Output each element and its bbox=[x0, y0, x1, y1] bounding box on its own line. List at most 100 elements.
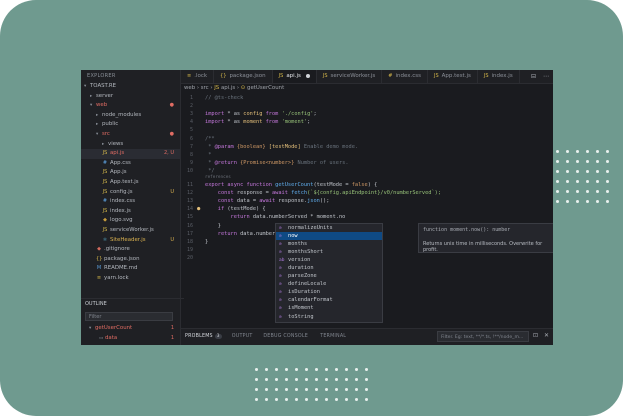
collapse-icon[interactable]: ⊡ bbox=[533, 332, 538, 339]
js-file-icon: JS bbox=[322, 73, 328, 79]
breadcrumb-item[interactable]: web bbox=[184, 85, 195, 91]
suggestion-item[interactable]: ⊙ normalizeUnits bbox=[276, 224, 382, 232]
outline-item[interactable]: ▾ getUserCount 1 bbox=[81, 324, 180, 334]
code-line: return data.numberServed * moment.no bbox=[205, 214, 346, 221]
react-file-icon: ⚛ bbox=[102, 236, 108, 243]
tree-item[interactable]: ▸ server bbox=[81, 92, 180, 102]
panel-actions: ⊡ ✕ bbox=[533, 332, 549, 339]
dot bbox=[335, 368, 338, 371]
tree-item[interactable]: # index.css bbox=[81, 197, 180, 207]
panel-tab-debug-console[interactable]: DEBUG CONSOLE bbox=[263, 334, 308, 339]
outline-filter-input[interactable]: Filter bbox=[85, 312, 173, 321]
code-editor[interactable]: 1 // @ts-check 2 3 import * as config from '… bbox=[181, 94, 553, 326]
tab-app-test-js[interactable]: JS App.test.js bbox=[428, 70, 478, 83]
tree-item[interactable]: ▸ public bbox=[81, 120, 180, 130]
tree-item[interactable]: JS App.js bbox=[81, 168, 180, 178]
tree-item[interactable]: ▾ TOAST.RE bbox=[81, 82, 180, 92]
panel-tab-output[interactable]: OUTPUT bbox=[232, 334, 253, 339]
dot bbox=[265, 378, 268, 381]
tree-item[interactable]: ◆ .gitignore bbox=[81, 245, 180, 255]
css-file-icon: # bbox=[102, 159, 108, 166]
code-line: const data = await response.json(); bbox=[205, 198, 330, 204]
suggestion-item[interactable]: ⊙ now bbox=[276, 231, 382, 240]
tree-item[interactable]: ◆ logo.svg bbox=[81, 216, 180, 226]
tree-item[interactable]: {} package.json bbox=[81, 255, 180, 265]
more-icon[interactable]: ⋯ bbox=[543, 73, 549, 80]
suggestion-label: monthsShort bbox=[288, 248, 324, 255]
references-codelens[interactable]: references bbox=[205, 175, 231, 180]
suggestion-label: isDuration bbox=[288, 289, 320, 296]
outline-item[interactable]: ▭ data 1 bbox=[81, 334, 180, 344]
js-file-icon: JS bbox=[102, 188, 108, 195]
status-badge: 2, U bbox=[163, 150, 174, 157]
tab-api-js[interactable]: JS api.js bbox=[272, 70, 317, 83]
suggestion-item[interactable]: ⊙ calendarFormat bbox=[276, 296, 382, 304]
suggestion-item[interactable]: ⊙ parseZone bbox=[276, 272, 382, 280]
dot bbox=[586, 150, 589, 153]
tab-label: serviceWorker.js bbox=[330, 73, 376, 79]
suggestion-item[interactable]: ⊙ toString bbox=[276, 313, 382, 321]
dot bbox=[335, 378, 338, 381]
tree-item[interactable]: JS api.js 2, U bbox=[81, 149, 180, 159]
code-line: import * as config from './config'; bbox=[205, 111, 317, 117]
code-token: import bbox=[205, 111, 228, 118]
dot bbox=[305, 378, 308, 381]
suggestion-item[interactable]: ab version bbox=[276, 256, 382, 264]
split-editor-icon[interactable]: ⊟ bbox=[531, 73, 536, 80]
status-badge: U bbox=[170, 188, 174, 195]
code-line: */ bbox=[205, 168, 214, 174]
dot bbox=[255, 388, 258, 391]
tab-index-css[interactable]: # index.css bbox=[382, 70, 428, 83]
tab-serviceworker-js[interactable]: JS serviceWorker.js bbox=[317, 70, 383, 83]
dot-pattern-bottom bbox=[255, 368, 368, 401]
breadcrumb-item[interactable]: src bbox=[201, 85, 209, 91]
suggestion-item[interactable]: ⊙ isMoment bbox=[276, 304, 382, 312]
tab-index-js[interactable]: JS index.js bbox=[478, 70, 520, 83]
code-token: {Promise<number>} bbox=[240, 159, 295, 166]
tree-item-label: SiteHeader.js bbox=[110, 236, 146, 243]
tab-package-json[interactable]: {} package.json bbox=[214, 70, 273, 83]
tree-item[interactable]: JS config.js U bbox=[81, 188, 180, 198]
tree-item[interactable]: ▸ node_modules bbox=[81, 111, 180, 121]
code-line: } bbox=[205, 239, 208, 245]
dot bbox=[285, 378, 288, 381]
dot bbox=[355, 388, 358, 391]
tree-item[interactable]: ▾ web ● bbox=[81, 101, 180, 111]
suggestion-item[interactable]: ⊙ duration bbox=[276, 264, 382, 272]
suggestion-item[interactable]: ⊙ monthsShort bbox=[276, 248, 382, 256]
code-token: return bbox=[205, 214, 253, 221]
dot bbox=[275, 398, 278, 401]
problems-filter-input[interactable]: Filter. Eg: text, **/*.ts, !**/node_m... bbox=[437, 331, 529, 342]
tree-item[interactable]: ▸ views bbox=[81, 140, 180, 150]
code-token: import bbox=[205, 119, 228, 126]
suggestion-item[interactable]: ⊙ defineLocale bbox=[276, 280, 382, 288]
panel-tab-terminal[interactable]: TERMINAL bbox=[320, 334, 346, 339]
suggestion-item[interactable]: ⊙ months bbox=[276, 240, 382, 248]
tree-item[interactable]: JS App.test.js bbox=[81, 178, 180, 188]
dot bbox=[586, 160, 589, 163]
close-icon[interactable]: ✕ bbox=[544, 332, 549, 339]
tree-item[interactable]: M README.md bbox=[81, 264, 180, 274]
json-file-icon: {} bbox=[220, 73, 227, 79]
tree-item[interactable]: ⚛ SiteHeader.js U bbox=[81, 236, 180, 246]
dot bbox=[275, 388, 278, 391]
lightbulb-icon[interactable]: ● bbox=[197, 206, 200, 212]
explorer-title: EXPLORER bbox=[87, 73, 116, 79]
tab-label: api.js bbox=[286, 73, 301, 79]
tree-item-label: node_modules bbox=[102, 111, 142, 118]
tree-item[interactable]: ▾ src ● bbox=[81, 130, 180, 140]
tree-item[interactable]: JS index.js bbox=[81, 207, 180, 217]
code-line: * bbox=[205, 152, 211, 158]
breadcrumb-item[interactable]: getUserCount bbox=[247, 85, 284, 91]
tab--lock[interactable]: ≡ .lock bbox=[181, 70, 215, 83]
tree-item[interactable]: JS serviceWorker.js bbox=[81, 226, 180, 236]
suggestion-item[interactable]: ⊙ isDuration bbox=[276, 288, 382, 296]
dot bbox=[295, 398, 298, 401]
panel-tab-problems[interactable]: PROBLEMS 3 bbox=[185, 334, 222, 339]
line-number: 10 bbox=[186, 167, 193, 174]
outline-title[interactable]: OUTLINE bbox=[81, 298, 184, 309]
breadcrumb-item[interactable]: api.js bbox=[221, 85, 235, 91]
dot bbox=[586, 190, 589, 193]
tree-item[interactable]: ≡ yarn.lock bbox=[81, 274, 180, 284]
tree-item[interactable]: # App.css bbox=[81, 159, 180, 169]
